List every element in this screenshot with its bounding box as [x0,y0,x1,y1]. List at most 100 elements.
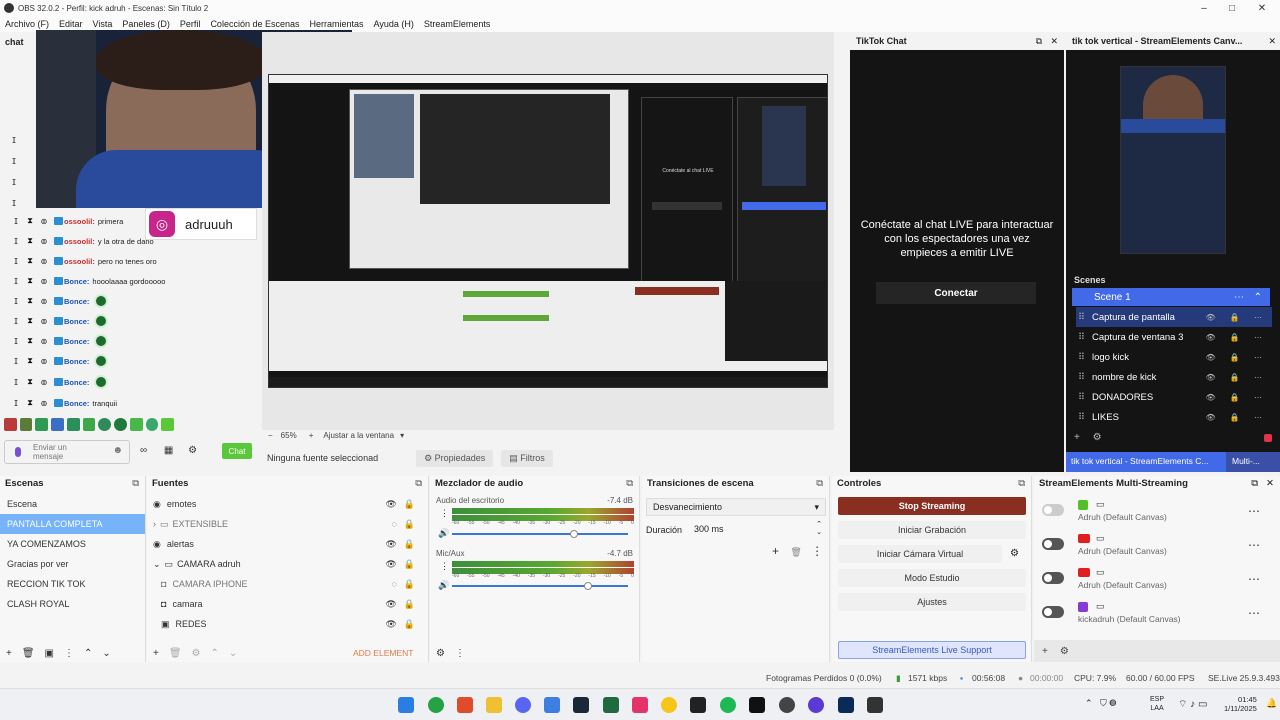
menu-streamelements[interactable]: StreamElements [419,19,496,29]
float-icon[interactable]: ⧉ [132,478,139,489]
stepper-icon[interactable]: ⌃ ⌄ [816,521,822,537]
trash-icon[interactable]: 🗑 [169,648,182,659]
app-icon[interactable] [603,697,619,713]
emote-icon[interactable] [161,418,175,431]
scene-item[interactable]: RECCION TIK TOK [0,574,145,594]
ban-icon[interactable]: ⵊ [12,217,20,226]
gear-icon[interactable]: ⚙ [192,648,201,659]
source-group[interactable]: › ▭ EXTENSIBLE ◌🔒 [147,514,428,534]
filters-button[interactable]: ▤ Filtros [501,449,553,467]
tray-icons[interactable]: ⛉ ◍ [1100,698,1116,709]
chat-send-button[interactable]: Chat [222,443,252,459]
start-recording-button[interactable]: Iniciar Grabación [838,521,1026,539]
visibility-lock-icons[interactable]: 👁 🔒 ⋯ [1205,333,1268,342]
menu-profile[interactable]: Perfil [175,19,206,29]
tab-vertical-canvas[interactable]: tik tok vertical - StreamElements C... [1066,452,1226,472]
virtual-camera-settings-icon[interactable]: ⚙ [1010,548,1019,559]
se-source-item[interactable]: ⠿ LIKES 👁 🔒 ⋯ [1076,407,1272,427]
ban-icon[interactable]: ⵊ [12,237,20,246]
stop-streaming-button[interactable]: Stop Streaming [838,497,1026,515]
drag-handle-icon[interactable]: ⠿ [1078,392,1085,403]
emote-icon[interactable] [145,418,159,431]
photos-icon[interactable] [544,697,560,713]
emote-icon[interactable] [82,418,96,431]
capcut-icon[interactable] [690,697,706,713]
drag-handle-icon[interactable]: ⠿ [1078,412,1085,423]
app-icon[interactable] [661,697,677,713]
scene-item[interactable]: Gracias por ver [0,554,145,574]
chat-user[interactable]: Bonce: [64,277,89,286]
emoji-icon[interactable]: ☻ [112,446,123,456]
spotify-icon[interactable] [720,697,736,713]
float-icon[interactable]: ⧉ [1018,478,1025,489]
menu-help[interactable]: Ayuda (H) [369,19,419,29]
clock[interactable]: 01:45 1/11/2025 [1224,695,1257,713]
chevron-down-icon[interactable]: ⌄ [102,648,110,659]
more-icon[interactable]: ⋯ [1234,292,1244,303]
scene-item[interactable]: Escena [0,494,145,514]
float-icon[interactable]: ⧉ [1251,478,1258,489]
menu-view[interactable]: Vista [88,19,118,29]
chat-user[interactable]: Bonce: [64,399,89,408]
ban-icon[interactable]: ⵊ [12,337,20,346]
chevron-up-icon[interactable]: ⌃ [211,648,219,659]
timeout-icon[interactable]: ⧗ [26,356,34,366]
chat-user[interactable]: Bonce: [64,337,89,346]
float-icon[interactable]: ⧉ [626,478,633,489]
emote-icon[interactable] [98,418,112,431]
duration-input[interactable]: 300 ms ⌃ ⌄ [692,521,826,537]
menu-icon[interactable]: ⋮ [811,544,823,558]
drag-handle-icon[interactable]: ⠿ [1078,312,1085,323]
timeout-icon[interactable]: ⧗ [26,276,34,286]
zoom-in-icon[interactable]: + [309,431,314,440]
visibility-lock-icons[interactable]: 👁🔒 [385,559,422,570]
tiktok-live-icon[interactable] [632,697,648,713]
timeout-icon[interactable]: ⧗ [26,398,34,408]
visibility-lock-icons[interactable]: 👁 🔒 ⋯ [1205,373,1268,382]
source-item[interactable]: ◉ alertas 👁🔒 [147,534,428,554]
source-item[interactable]: ▣ REDES 👁🔒 [147,614,428,634]
ban-icon[interactable]: ⵊ [12,357,20,366]
mic-icon[interactable] [15,447,21,457]
drag-handle-icon[interactable]: ⠿ [1078,352,1085,363]
ban-icon[interactable]: ⵊ [12,399,20,408]
visibility-lock-icons[interactable]: 👁 🔒 ⋯ [1205,353,1268,362]
ban-icon[interactable]: ⵊ [12,317,20,326]
volume-slider[interactable] [452,533,628,535]
maximize-icon[interactable]: □ [1218,0,1246,16]
add-element-button[interactable]: ADD ELEMENT [353,648,413,658]
visibility-lock-icons[interactable]: 👁🔒 [385,539,422,550]
obs-icon[interactable] [779,697,795,713]
add-icon[interactable]: + [6,648,12,659]
store-icon[interactable]: ▦ [164,445,173,456]
brave-icon[interactable] [457,697,473,713]
menu-icon[interactable]: ⋮ [455,648,465,659]
gear-icon[interactable]: ⚙ [1060,646,1069,657]
menu-icon[interactable]: ⋮ [64,648,74,659]
drag-handle-icon[interactable]: ⠿ [1078,332,1085,343]
ban-icon[interactable]: ⵊ [12,257,20,266]
whatsapp-icon[interactable] [428,697,444,713]
tab-multistream[interactable]: Multi-... [1226,452,1280,472]
source-item[interactable]: ◘ camara 👁🔒 [147,594,428,614]
copy-icon[interactable]: ▣ [45,648,54,659]
source-group[interactable]: ⌄ ▭ CAMARA adruh 👁🔒 [147,554,428,574]
chat-user[interactable]: Bonce: [64,317,89,326]
visibility-lock-icons[interactable]: 👁 🔒 ⋯ [1205,413,1268,422]
chevron-down-icon[interactable]: ⌄ [153,559,161,570]
volume-slider[interactable] [452,585,628,587]
menu-scene-collection[interactable]: Colección de Escenas [205,19,304,29]
minimize-icon[interactable]: – [1190,0,1218,16]
float-icon[interactable]: ⧉ [1036,36,1042,47]
steam-icon[interactable] [573,697,589,713]
close-icon[interactable]: ✕ [1050,36,1058,47]
more-icon[interactable]: ⋯ [1248,504,1260,518]
add-icon[interactable]: + [153,648,159,659]
more-icon[interactable]: ⋯ [1248,572,1260,586]
close-icon[interactable]: ✕ [1248,0,1276,16]
visibility-lock-icons[interactable]: 👁 🔒 ⋯ [1205,393,1268,402]
scene-item[interactable]: YA COMENZAMOS [0,534,145,554]
chat-user[interactable]: Bonce: [64,378,89,387]
chevron-down-icon[interactable]: ▾ [400,431,404,440]
menu-edit[interactable]: Editar [54,19,88,29]
